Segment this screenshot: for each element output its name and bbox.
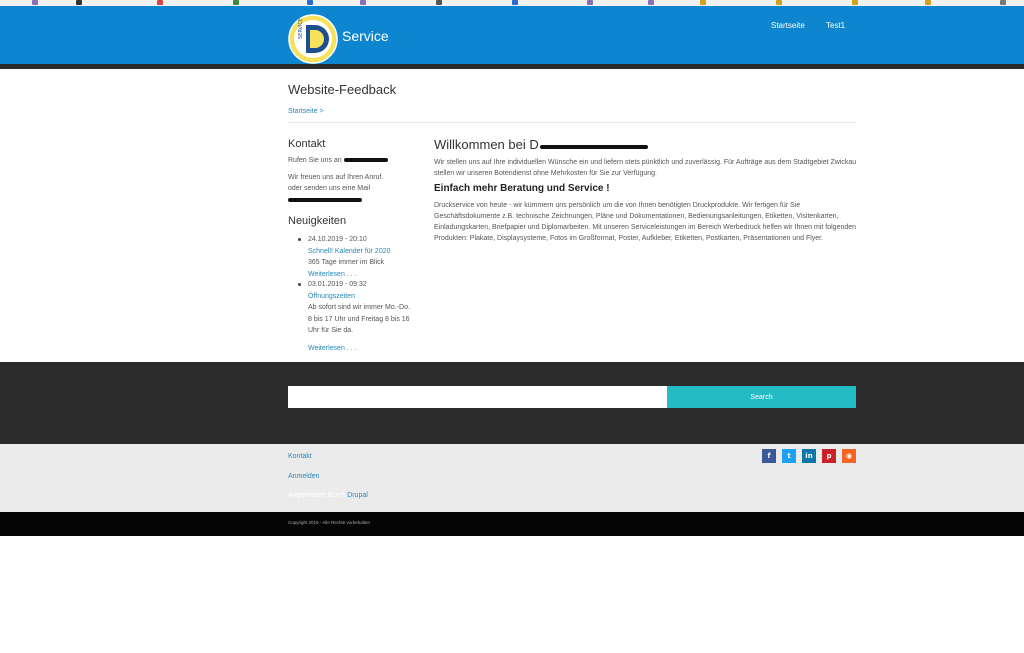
bookmark-icon[interactable] [648, 0, 654, 5]
facebook-icon[interactable]: f [762, 449, 776, 463]
page-title: Website-Feedback [288, 82, 397, 97]
pinterest-icon[interactable]: p [822, 449, 836, 463]
linkedin-icon[interactable]: in [802, 449, 816, 463]
bookmark-icon[interactable] [360, 0, 366, 5]
bookmark-icon[interactable] [157, 0, 163, 5]
bookmark-icon[interactable] [76, 0, 82, 5]
bookmark-icon[interactable] [776, 0, 782, 5]
header-divider [0, 64, 1024, 69]
bookmark-icon[interactable] [587, 0, 593, 5]
powered-by-prefix: Angetrieben durch [288, 492, 346, 499]
bullet-icon [298, 238, 301, 241]
twitter-icon[interactable]: t [782, 449, 796, 463]
news-body: 365 Tage immer im Blick [308, 259, 385, 266]
news-item: 03.01.2019 - 09:32 Öffnungszeiten Ab sof… [298, 279, 413, 354]
site-name[interactable]: Service [342, 28, 389, 44]
bullet-icon [298, 283, 301, 286]
news-date: 24.10.2019 - 20:10 [308, 236, 367, 243]
nav-item-test1[interactable]: Test1 [826, 21, 845, 30]
subheading: Einfach mehr Beratung und Service ! [434, 183, 610, 194]
bookmark-icon[interactable] [512, 0, 518, 5]
search-button[interactable]: Search [667, 386, 856, 408]
bookmark-icon[interactable] [436, 0, 442, 5]
footer-link-kontakt[interactable]: Kontakt [288, 453, 312, 460]
news-item: 24.10.2019 - 20:10 Schnell! Kalender für… [298, 234, 418, 280]
drupal-link[interactable]: Drupal [347, 492, 368, 499]
site-logo[interactable]: SERVICE [288, 14, 338, 64]
intro-text: Wir stellen uns auf Ihre individuellen W… [434, 159, 857, 177]
powered-by-text: Angetrieben durch Drupal [288, 492, 368, 499]
redaction-mark [288, 198, 362, 202]
logo-text: SERVICE [298, 18, 304, 39]
contact-heading: Kontakt [288, 138, 326, 150]
contact-mail-text: oder senden uns eine Mail [288, 185, 371, 192]
news-date: 03.01.2019 - 09:32 [308, 281, 367, 288]
news-title-link[interactable]: Öffnungszeiten [308, 291, 413, 303]
redaction-mark [540, 145, 648, 149]
redaction-mark [344, 158, 388, 162]
welcome-heading: Willkommen bei D [434, 137, 539, 152]
search-input[interactable] [288, 386, 667, 408]
footer-links-region [0, 444, 1024, 512]
bookmark-icon[interactable] [700, 0, 706, 5]
news-title-link[interactable]: Schnell! Kalender für 2020 [308, 246, 418, 258]
bookmark-icon[interactable] [1000, 0, 1006, 5]
news-body: Ab sofort sind wir immer Mo.-Do. 8 bis 1… [308, 304, 410, 334]
read-more-link[interactable]: Weiterlesen . . . [308, 343, 413, 355]
body-text: Druckservice von heute - wir kümmern uns… [434, 202, 857, 242]
news-heading: Neuigkeiten [288, 215, 347, 227]
divider [288, 122, 856, 123]
copyright-text: Copyright 2019 - Alle Rechte vorbehalten [288, 520, 371, 525]
bookmark-icon[interactable] [32, 0, 38, 5]
bookmark-icon[interactable] [852, 0, 858, 5]
bottom-bar [0, 512, 1024, 536]
breadcrumb[interactable]: Startseite > [288, 108, 324, 115]
bookmark-icon[interactable] [925, 0, 931, 5]
nav-item-startseite[interactable]: Startseite [771, 21, 805, 30]
site-header: SERVICE Service Startseite Test1 [0, 6, 1024, 69]
contact-phone-text: Rufen Sie uns an [288, 157, 342, 164]
rss-icon[interactable]: ◉ [842, 449, 856, 463]
contact-call-text: Wir freuen uns auf Ihren Anruf. [288, 174, 384, 181]
footer-link-anmelden[interactable]: Anmelden [288, 473, 320, 480]
bookmark-icon[interactable] [307, 0, 313, 5]
bookmark-icon[interactable] [233, 0, 239, 5]
